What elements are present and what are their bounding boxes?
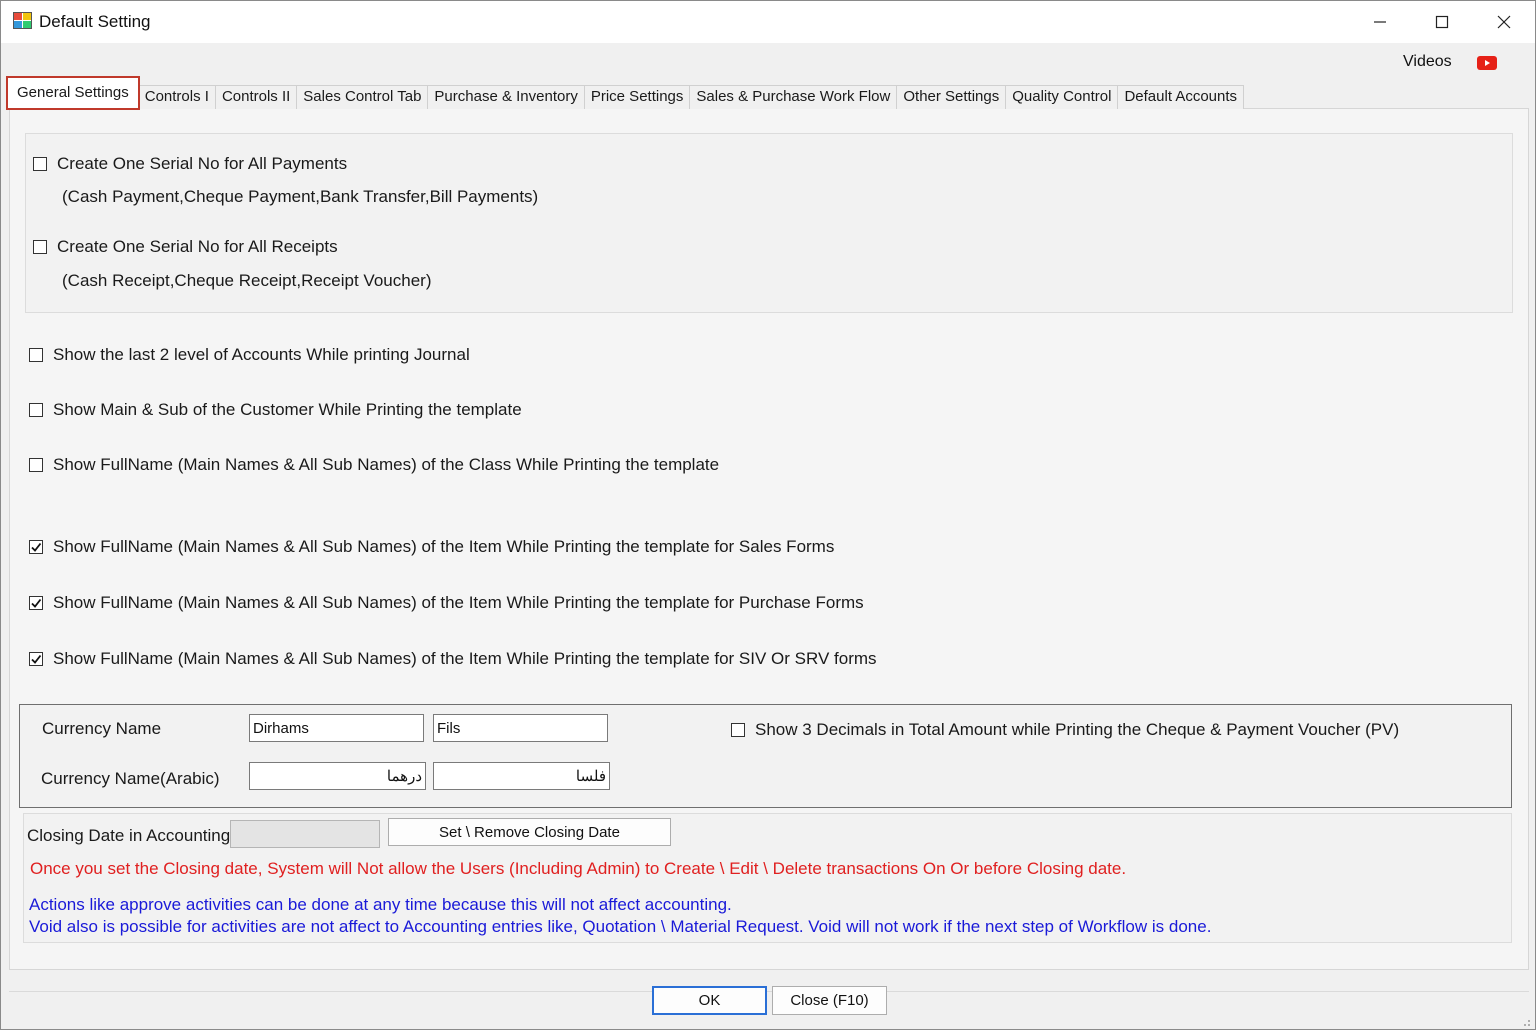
option-checkbox[interactable] <box>29 596 43 610</box>
tab-price-settings[interactable]: Price Settings <box>583 85 691 109</box>
set-remove-closing-date-button[interactable]: Set \ Remove Closing Date <box>388 818 671 846</box>
payments-serial-option[interactable]: Create One Serial No for All Payments <box>33 154 347 174</box>
option-fullname-class[interactable]: Show FullName (Main Names & All Sub Name… <box>29 455 719 475</box>
closing-info-line-1: Actions like approve activities can be d… <box>29 895 732 914</box>
settings-tabs: General Settings Controls I Controls II … <box>6 76 1245 110</box>
close-button[interactable]: Close (F10) <box>772 986 887 1015</box>
option-checkbox[interactable] <box>29 652 43 666</box>
tab-default-accounts[interactable]: Default Accounts <box>1117 85 1245 109</box>
receipts-serial-label: Create One Serial No for All Receipts <box>57 237 338 256</box>
closing-date-label: Closing Date in Accounting <box>27 826 231 845</box>
app-icon <box>13 12 32 29</box>
currency-name-main-input[interactable] <box>249 714 424 742</box>
option-label: Show the last 2 level of Accounts While … <box>53 345 470 364</box>
closing-date-warning: Once you set the Closing date, System wi… <box>30 859 1127 878</box>
maximize-button[interactable] <box>1411 1 1473 43</box>
youtube-icon[interactable] <box>1477 56 1497 70</box>
closing-date-input[interactable] <box>230 820 380 848</box>
window-title: Default Setting <box>39 12 151 31</box>
option-label: Show FullName (Main Names & All Sub Name… <box>53 593 864 612</box>
closing-info-line-2: Void also is possible for activities are… <box>29 917 1212 936</box>
option-fullname-item-siv-srv[interactable]: Show FullName (Main Names & All Sub Name… <box>29 649 877 669</box>
option-label: Show FullName (Main Names & All Sub Name… <box>53 455 720 474</box>
tab-quality-control[interactable]: Quality Control <box>1005 85 1119 109</box>
close-window-button[interactable] <box>1473 1 1535 43</box>
checkmark-icon <box>31 598 42 608</box>
currency-name-label: Currency Name <box>42 719 162 738</box>
default-setting-window: Default Setting Videos General Settings … <box>0 0 1536 1030</box>
videos-link[interactable]: Videos <box>1403 53 1452 71</box>
checkmark-icon <box>31 654 42 664</box>
option-label: Show FullName (Main Names & All Sub Name… <box>53 649 877 668</box>
option-checkbox[interactable] <box>29 348 43 362</box>
currency-arabic-label: Currency Name(Arabic) <box>41 769 220 788</box>
decimals-checkbox[interactable] <box>731 723 745 737</box>
tab-controls-i[interactable]: Controls I <box>137 85 216 109</box>
receipts-serial-option[interactable]: Create One Serial No for All Receipts <box>33 237 338 257</box>
checkmark-icon <box>31 542 42 552</box>
option-fullname-item-sales[interactable]: Show FullName (Main Names & All Sub Name… <box>29 537 834 557</box>
option-checkbox[interactable] <box>29 540 43 554</box>
currency-arabic-sub-input[interactable] <box>433 762 610 790</box>
tab-sales-control[interactable]: Sales Control Tab <box>296 85 429 109</box>
close-icon <box>1497 15 1511 29</box>
resize-grip-icon[interactable] <box>1519 1015 1531 1027</box>
option-main-sub-customer[interactable]: Show Main & Sub of the Customer While Pr… <box>29 400 522 420</box>
option-checkbox[interactable] <box>29 403 43 417</box>
title-bar: Default Setting <box>1 1 1535 43</box>
tab-controls-ii[interactable]: Controls II <box>214 85 298 109</box>
option-last-2-level-accounts[interactable]: Show the last 2 level of Accounts While … <box>29 345 470 365</box>
tab-purchase-inventory[interactable]: Purchase & Inventory <box>427 85 585 109</box>
option-label: Show Main & Sub of the Customer While Pr… <box>53 400 522 419</box>
receipts-serial-subtext: (Cash Receipt,Cheque Receipt,Receipt Vou… <box>62 271 432 290</box>
decimals-label: Show 3 Decimals in Total Amount while Pr… <box>755 720 1400 739</box>
payments-serial-checkbox[interactable] <box>33 157 47 171</box>
receipts-serial-checkbox[interactable] <box>33 240 47 254</box>
option-checkbox[interactable] <box>29 458 43 472</box>
tab-sales-purchase-workflow[interactable]: Sales & Purchase Work Flow <box>689 85 898 109</box>
ok-button[interactable]: OK <box>652 986 767 1015</box>
footer-divider <box>9 991 1529 992</box>
maximize-icon <box>1435 15 1449 29</box>
option-3-decimals[interactable]: Show 3 Decimals in Total Amount while Pr… <box>731 720 1399 740</box>
currency-arabic-main-input[interactable] <box>249 762 426 790</box>
tab-other-settings[interactable]: Other Settings <box>896 85 1007 109</box>
minimize-button[interactable] <box>1349 1 1411 43</box>
option-label: Show FullName (Main Names & All Sub Name… <box>53 537 835 556</box>
payments-serial-subtext: (Cash Payment,Cheque Payment,Bank Transf… <box>62 187 539 206</box>
minimize-icon <box>1374 21 1386 23</box>
tab-general-settings[interactable]: General Settings <box>6 76 140 110</box>
payments-serial-label: Create One Serial No for All Payments <box>57 154 348 173</box>
option-fullname-item-purchase[interactable]: Show FullName (Main Names & All Sub Name… <box>29 593 864 613</box>
currency-name-sub-input[interactable] <box>433 714 608 742</box>
